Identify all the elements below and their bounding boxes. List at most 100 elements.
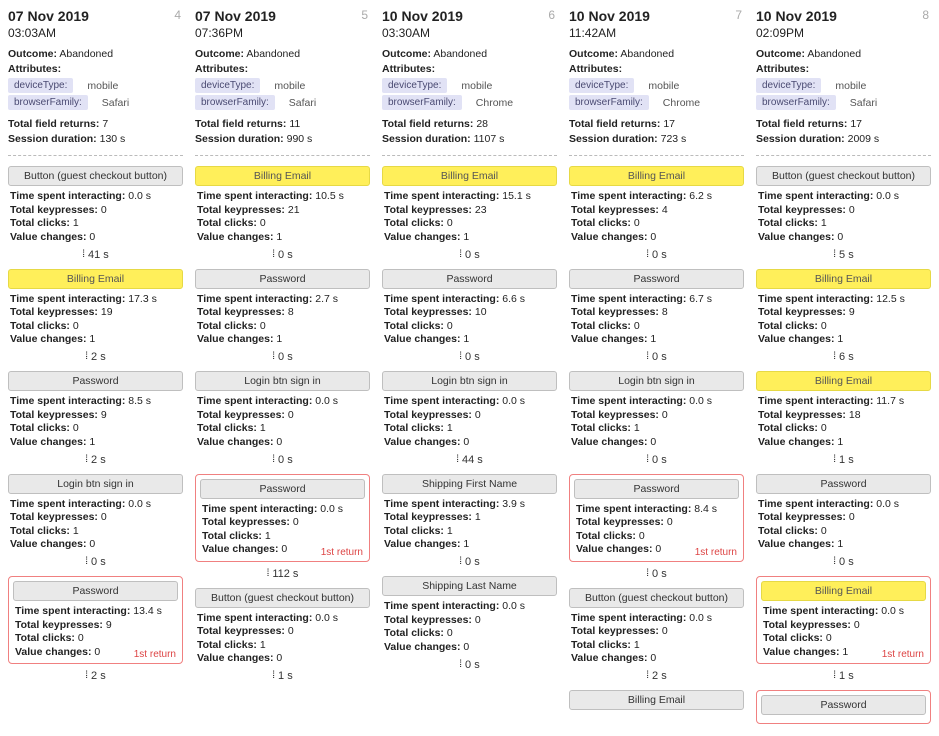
step-field-pill[interactable]: Button (guest checkout button) [195, 588, 370, 608]
step-stat-tcl: Total clicks: 0 [571, 217, 742, 229]
step-stat-tkp: Total keypresses: 8 [571, 306, 742, 318]
gap-icon: ⁞ [272, 249, 274, 260]
field-returns-line: Total field returns: 7 [8, 118, 183, 130]
step-field-pill[interactable]: Password [569, 269, 744, 289]
step-stat-tkp: Total keypresses: 0 [576, 516, 737, 528]
session-date: 10 Nov 2019 [382, 8, 557, 24]
step-field-pill[interactable]: Billing Email [756, 269, 931, 289]
step-block: Login btn sign in Time spent interacting:… [382, 371, 557, 448]
step-field-pill[interactable]: Password [761, 695, 926, 715]
step-stat-tsi: Time spent interacting: 0.0 s [758, 498, 929, 510]
step-field-pill[interactable]: Button (guest checkout button) [756, 166, 931, 186]
step-stat-tcl: Total clicks: 1 [571, 422, 742, 434]
step-stat-tcl: Total clicks: 0 [758, 525, 929, 537]
step-stat-tvc: Value changes: 0 [571, 436, 742, 448]
step-field-pill[interactable]: Button (guest checkout button) [8, 166, 183, 186]
step-stat-tkp: Total keypresses: 23 [384, 204, 555, 216]
step-field-pill[interactable]: Billing Email [756, 371, 931, 391]
step-gap: ⁞6 s [756, 351, 931, 363]
step-stat-tcl: Total clicks: 0 [10, 320, 181, 332]
browser-family-chip: browserFamily: [569, 95, 649, 110]
step-stat-tvc: Value changes: 1 [10, 333, 181, 345]
step-block: Button (guest checkout button) Time spent… [756, 166, 931, 243]
session-header: 10 Nov 2019802:09PM [756, 8, 931, 40]
gap-icon: ⁞ [82, 249, 84, 260]
step-stat-tcl: Total clicks: 0 [571, 320, 742, 332]
step-stat-tsi: Time spent interacting: 8.5 s [10, 395, 181, 407]
step-field-pill[interactable]: Password [13, 581, 178, 601]
step-field-pill[interactable]: Password [195, 269, 370, 289]
step-stat-tkp: Total keypresses: 0 [763, 619, 924, 631]
session-number: 5 [361, 8, 368, 22]
step-field-pill[interactable]: Password [756, 474, 931, 494]
attributes-label: Attributes: [756, 63, 931, 75]
step-stat-tvc: Value changes: 1 [571, 333, 742, 345]
step-gap: ⁞5 s [756, 249, 931, 261]
step-field-pill[interactable]: Billing Email [382, 166, 557, 186]
step-field-pill[interactable]: Password [8, 371, 183, 391]
device-type-value: mobile [461, 80, 492, 92]
step-gap: ⁞0 s [569, 454, 744, 466]
return-tag: 1st return [134, 649, 176, 660]
step-field-pill[interactable]: Login btn sign in [195, 371, 370, 391]
step-field-pill[interactable]: Password [200, 479, 365, 499]
step-stat-tkp: Total keypresses: 9 [758, 306, 929, 318]
device-type-value: mobile [87, 80, 118, 92]
step-stat-tkp: Total keypresses: 18 [758, 409, 929, 421]
step-stat-tcl: Total clicks: 1 [202, 530, 363, 542]
step-block: Password [756, 690, 931, 724]
session-time: 11:42AM [569, 26, 744, 40]
step-stat-tcl: Total clicks: 1 [197, 422, 368, 434]
divider [195, 155, 370, 156]
divider [382, 155, 557, 156]
session-duration-line: Session duration: 1107 s [382, 133, 557, 145]
device-type-chip: deviceType: [8, 78, 73, 93]
step-stat-tsi: Time spent interacting: 0.0 s [10, 190, 181, 202]
session-time: 03:30AM [382, 26, 557, 40]
browser-family-chip: browserFamily: [382, 95, 462, 110]
step-stat-tvc: Value changes: 1 [758, 333, 929, 345]
browser-family-value: Safari [102, 97, 129, 109]
step-stat-tkp: Total keypresses: 9 [10, 409, 181, 421]
step-stat-tsi: Time spent interacting: 0.0 s [384, 395, 555, 407]
gap-icon: ⁞ [456, 454, 458, 465]
step-field-pill[interactable]: Login btn sign in [8, 474, 183, 494]
step-field-pill[interactable]: Login btn sign in [382, 371, 557, 391]
step-field-pill[interactable]: Login btn sign in [569, 371, 744, 391]
session-time: 03:03AM [8, 26, 183, 40]
attributes-label: Attributes: [8, 63, 183, 75]
step-stat-tcl: Total clicks: 0 [197, 217, 368, 229]
step-field-pill[interactable]: Billing Email [569, 690, 744, 710]
device-type-value: mobile [648, 80, 679, 92]
session-duration-line: Session duration: 2009 s [756, 133, 931, 145]
step-stat-tcl: Total clicks: 0 [10, 422, 181, 434]
field-returns-line: Total field returns: 17 [756, 118, 931, 130]
step-stat-tvc: Value changes: 0 [384, 436, 555, 448]
step-stat-tvc: Value changes: 0 [571, 652, 742, 664]
gap-icon: ⁞ [459, 556, 461, 567]
session-header: 07 Nov 2019403:03AM [8, 8, 183, 40]
step-field-pill[interactable]: Billing Email [569, 166, 744, 186]
step-field-pill[interactable]: Billing Email [195, 166, 370, 186]
step-block: Login btn sign inTime spent interacting:… [569, 371, 744, 448]
step-block: Billing Email [569, 690, 744, 710]
step-stat-tsi: Time spent interacting: 3.9 s [384, 498, 555, 510]
session-date: 07 Nov 2019 [8, 8, 183, 24]
device-type-chip: deviceType: [382, 78, 447, 93]
step-block: PasswordTime spent interacting: 6.7 sTot… [569, 269, 744, 346]
session-header: 10 Nov 2019711:42AM [569, 8, 744, 40]
step-stat-tsi: Time spent interacting: 0.0 s [202, 503, 363, 515]
step-field-pill[interactable]: Billing Email [761, 581, 926, 601]
step-field-pill[interactable]: Button (guest checkout button) [569, 588, 744, 608]
step-field-pill[interactable]: Password [382, 269, 557, 289]
step-field-pill[interactable]: Billing Email [8, 269, 183, 289]
step-field-pill[interactable]: Shipping First Name [382, 474, 557, 494]
gap-icon: ⁞ [646, 568, 648, 579]
step-block: Login btn sign inTime spent interacting:… [195, 371, 370, 448]
step-field-pill[interactable]: Password [574, 479, 739, 499]
step-field-pill[interactable]: Shipping Last Name [382, 576, 557, 596]
step-stat-tsi: Time spent interacting: 0.0 s [758, 190, 929, 202]
attr-device-row: deviceType:mobile [195, 78, 370, 93]
step-block: Billing EmailTime spent interacting: 11.… [756, 371, 931, 448]
session-duration-line: Session duration: 990 s [195, 133, 370, 145]
